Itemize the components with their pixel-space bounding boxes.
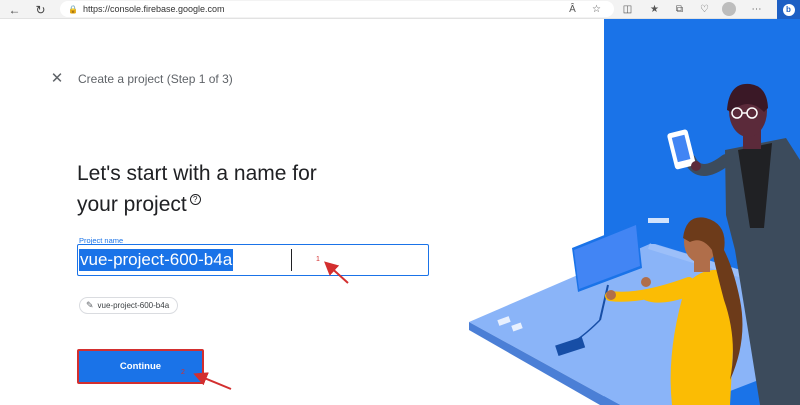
project-name-input[interactable]: vue-project-600-b4a — [77, 244, 429, 276]
back-icon[interactable]: ← — [6, 1, 23, 18]
collections-icon[interactable]: ⧉ — [671, 1, 688, 18]
url-text: https://console.firebase.google.com — [82, 4, 225, 14]
page-title-line-2-text: your project — [77, 193, 187, 216]
project-name-value[interactable]: vue-project-600-b4a — [79, 249, 234, 271]
help-icon[interactable]: ? — [189, 194, 201, 205]
profile-avatar[interactable] — [722, 2, 736, 16]
annotation-marker-1: 1 — [316, 256, 320, 263]
address-bar[interactable]: 🔒 https://console.firebase.google.com — [60, 1, 614, 17]
refresh-icon[interactable]: ↻ — [32, 1, 49, 18]
browser-toolbar: ← ↻ 🔒 https://console.firebase.google.co… — [0, 0, 800, 19]
lock-icon: 🔒 — [68, 4, 78, 14]
close-icon[interactable]: ✕ — [50, 71, 64, 86]
create-project-pane: ✕ Create a project (Step 1 of 3) Let's s… — [0, 19, 604, 405]
annotation-marker-2: 2 — [181, 369, 185, 376]
browser-essentials-icon[interactable]: ♡ — [696, 1, 713, 18]
favorites-icon[interactable]: ★ — [646, 1, 663, 18]
pencil-icon: ✎ — [86, 300, 94, 310]
project-id-chip[interactable]: ✎ vue-project-600-b4a — [79, 297, 179, 314]
split-screen-icon[interactable]: ◫ — [619, 1, 636, 18]
continue-button[interactable]: Continue — [77, 349, 204, 384]
favorite-star-icon[interactable]: ☆ — [588, 1, 605, 18]
page-title: Let's start with a name for your project… — [77, 158, 377, 220]
page-title-line-2: your project? — [77, 189, 377, 220]
read-aloud-icon[interactable]: Â — [564, 1, 581, 18]
bing-icon[interactable]: b — [777, 0, 800, 19]
step-title: Create a project (Step 1 of 3) — [78, 72, 233, 86]
illustration-panel — [604, 19, 800, 405]
more-menu-icon[interactable]: ⋯ — [748, 1, 765, 18]
page-title-line-1: Let's start with a name for — [77, 162, 317, 185]
text-cursor — [291, 249, 292, 271]
continue-button-label: Continue — [119, 361, 162, 372]
project-id-text: vue-project-600-b4a — [97, 301, 170, 310]
